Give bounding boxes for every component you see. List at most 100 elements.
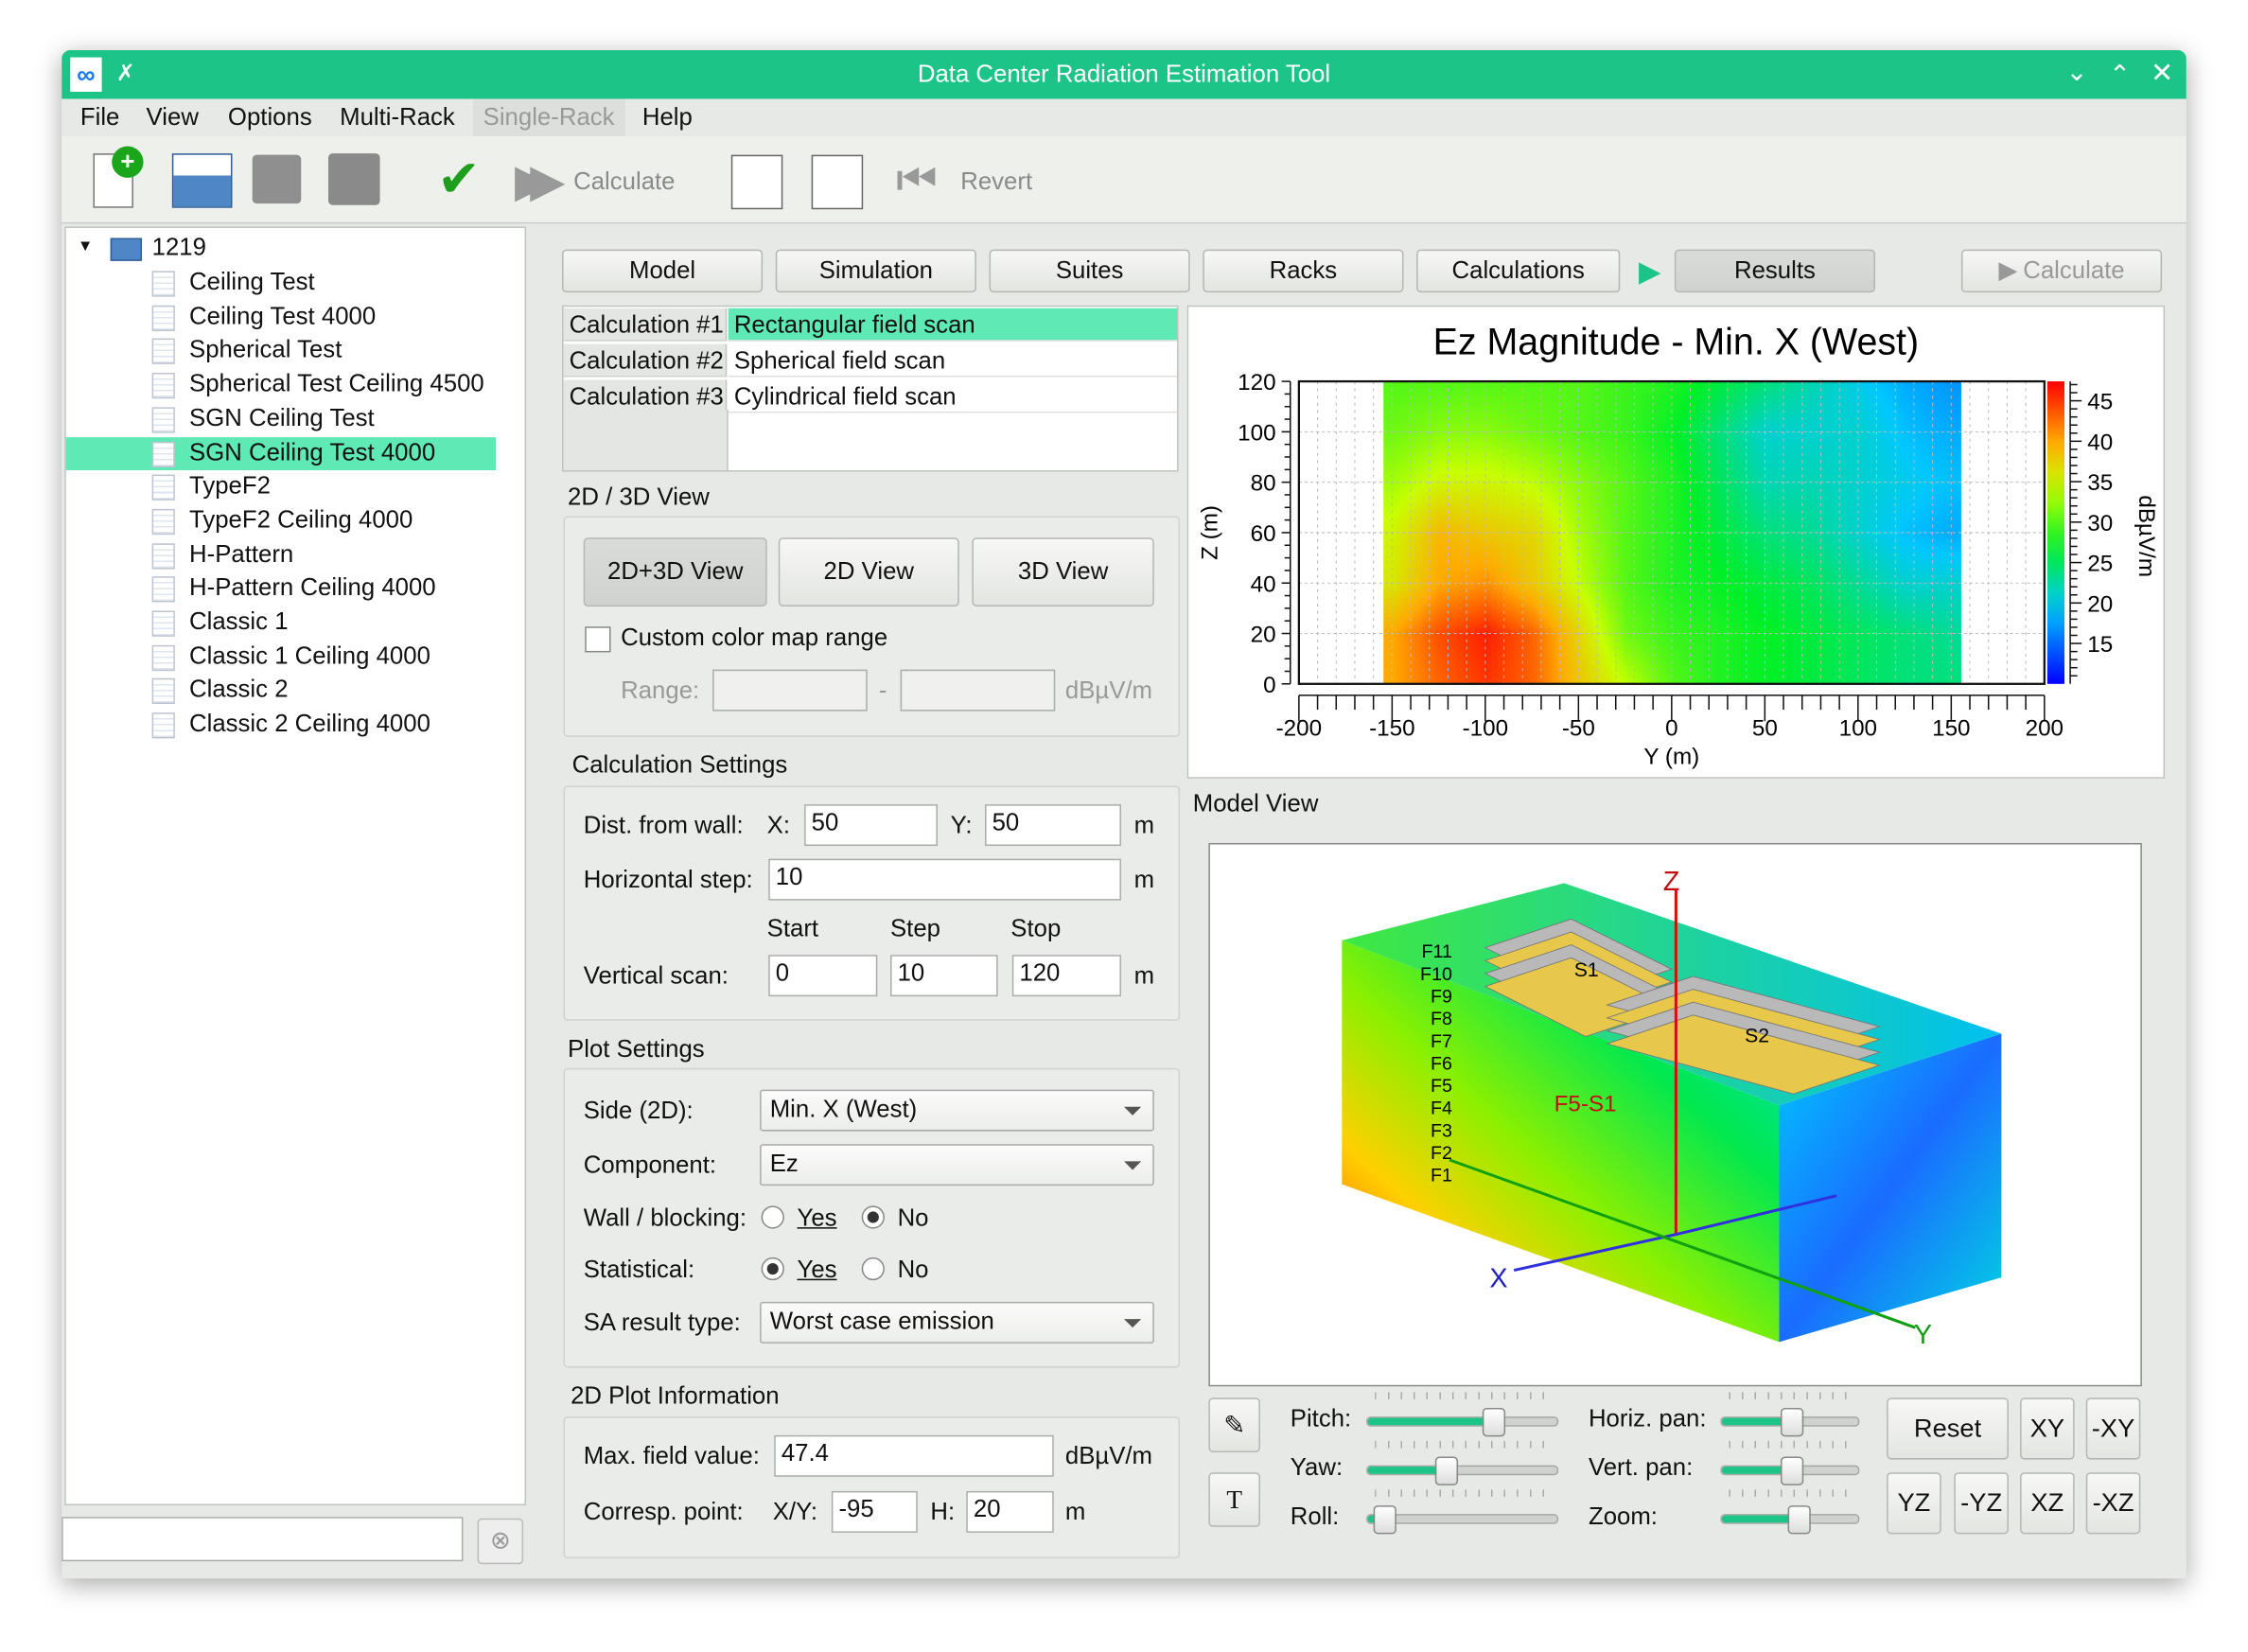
save-icon[interactable] <box>252 154 302 204</box>
toolbar-calculate-label[interactable]: Calculate <box>573 167 675 196</box>
pitch-slider[interactable] <box>1366 1408 1559 1437</box>
yaw-slider[interactable] <box>1366 1456 1559 1485</box>
roll-ticks <box>1375 1489 1548 1497</box>
wall-yes-radio[interactable] <box>761 1205 784 1229</box>
import-icon[interactable] <box>730 154 783 210</box>
tree-item[interactable]: TypeF2 <box>66 470 497 503</box>
hpan-slider[interactable] <box>1720 1408 1860 1437</box>
screenshot-icon[interactable]: ✎ <box>1208 1397 1260 1452</box>
hstep-input[interactable]: 10 <box>768 858 1121 901</box>
floor-label: F4 <box>1431 1098 1452 1119</box>
tree-item[interactable]: SGN Ceiling Test 4000 <box>65 436 497 470</box>
tree-item[interactable]: Spherical Test Ceiling 4500 <box>66 369 497 402</box>
tree-item[interactable]: Ceiling Test 4000 <box>66 301 497 334</box>
menu-help[interactable]: Help <box>642 103 693 132</box>
heatmap-chart[interactable]: Ez Magnitude - Min. X (West) 0 20 40 60 80 100… <box>1188 307 2163 777</box>
export-icon[interactable] <box>811 154 864 210</box>
menu-options[interactable]: Options <box>228 103 312 132</box>
dist-x-input[interactable]: 50 <box>804 804 939 847</box>
max-field-input[interactable]: 47.4 <box>774 1434 1054 1477</box>
tab-suites[interactable]: Suites <box>989 249 1190 293</box>
new-file-icon[interactable]: + <box>93 146 144 208</box>
yaw-slider-handle[interactable] <box>1434 1456 1459 1485</box>
view-2d-button[interactable]: 2D View <box>778 537 959 606</box>
view-neg-yz-button[interactable]: -YZ <box>1954 1472 2009 1535</box>
zoom-slider[interactable] <box>1720 1505 1860 1535</box>
vpan-slider-handle[interactable] <box>1780 1456 1803 1485</box>
view-3d-button[interactable]: 3D View <box>972 537 1154 606</box>
range-min-input[interactable] <box>712 669 868 712</box>
h-input[interactable]: 20 <box>966 1490 1054 1533</box>
pitch-slider-handle[interactable] <box>1482 1408 1506 1437</box>
custom-range-label: Custom color map range <box>621 624 888 651</box>
calculation-row[interactable]: Calculation #2 Spherical field scan <box>563 343 1178 378</box>
close-button[interactable]: ✕ <box>2151 58 2173 91</box>
hpan-slider-handle[interactable] <box>1780 1408 1803 1437</box>
y-tick-label: 100 <box>1238 420 1275 446</box>
clear-filter-icon[interactable]: ⊗ <box>477 1518 524 1565</box>
view-yz-button[interactable]: YZ <box>1887 1472 1941 1535</box>
tree-root[interactable]: ▼ 1219 <box>66 232 497 265</box>
tree-item[interactable]: H-Pattern Ceiling 4000 <box>66 572 497 606</box>
wall-no-radio[interactable] <box>861 1205 885 1229</box>
chart-title: Ez Magnitude - Min. X (West) <box>1433 321 1920 362</box>
tree-item[interactable]: SGN Ceiling Test <box>66 402 497 435</box>
zoom-slider-handle[interactable] <box>1787 1505 1812 1535</box>
component-select[interactable]: Ez <box>760 1144 1154 1186</box>
reset-view-button[interactable]: Reset <box>1887 1397 2009 1460</box>
roll-slider[interactable] <box>1366 1505 1559 1535</box>
sa-select[interactable]: Worst case emission <box>760 1301 1154 1344</box>
view-neg-xy-button[interactable]: -XY <box>2085 1397 2141 1460</box>
menu-view[interactable]: View <box>147 103 199 132</box>
save-all-icon[interactable] <box>328 153 380 205</box>
tree-item[interactable]: Classic 1 Ceiling 4000 <box>66 641 497 674</box>
vpan-slider[interactable] <box>1720 1456 1860 1485</box>
roll-slider-handle[interactable] <box>1372 1505 1396 1535</box>
dist-y-input[interactable]: 50 <box>985 804 1121 847</box>
tree-item[interactable]: Spherical Test <box>66 335 497 368</box>
tree-item-label: Classic 2 <box>189 676 289 704</box>
custom-range-checkbox[interactable] <box>585 626 611 653</box>
vscan-stop-input[interactable]: 120 <box>1011 955 1121 997</box>
highlight-label: F5-S1 <box>1554 1091 1617 1116</box>
calculate-run-icon[interactable]: ▶▶ <box>515 153 566 208</box>
tab-results[interactable]: Results <box>1674 249 1876 293</box>
toolbar-revert-label[interactable]: Revert <box>960 167 1032 196</box>
expand-arrow-icon[interactable]: ▼ <box>78 238 94 255</box>
calculate-button[interactable]: ▶ Calculate <box>1960 249 2163 293</box>
tab-calculations[interactable]: Calculations <box>1416 249 1621 293</box>
tab-model[interactable]: Model <box>561 249 764 293</box>
tree-item[interactable]: Classic 2 <box>66 675 497 708</box>
tree-item[interactable]: Classic 1 <box>66 606 497 640</box>
range-max-input[interactable] <box>900 669 1056 712</box>
menu-single-rack[interactable]: Single-Rack <box>473 98 625 136</box>
calculation-row[interactable]: Calculation #1 Rectangular field scan <box>563 308 1178 343</box>
view-neg-xz-button[interactable]: -XZ <box>2085 1472 2141 1535</box>
revert-icon[interactable]: ⏮ <box>896 153 938 208</box>
vscan-step-input[interactable]: 10 <box>890 955 998 997</box>
tree-filter-input[interactable] <box>61 1517 464 1562</box>
validate-check-icon[interactable]: ✔ <box>437 149 481 208</box>
xy-input[interactable]: -95 <box>831 1490 918 1533</box>
menu-multi-rack[interactable]: Multi-Rack <box>340 103 455 132</box>
tab-simulation[interactable]: Simulation <box>775 249 976 293</box>
vscan-start-input[interactable]: 0 <box>768 955 878 997</box>
stat-yes-radio[interactable] <box>761 1257 784 1281</box>
side-select[interactable]: Min. X (West) <box>760 1089 1154 1132</box>
model-view-canvas[interactable]: S1 S2 F11 F10 F9 F8 F7 F6 F5 F4 F3 F2 F1 F5-S1 X Y Z <box>1208 842 2142 1387</box>
view-2d3d-button[interactable]: 2D+3D View <box>583 537 767 606</box>
tree-item[interactable]: TypeF2 Ceiling 4000 <box>66 504 497 537</box>
text-toggle-button[interactable]: T <box>1208 1472 1260 1527</box>
stat-no-radio[interactable] <box>861 1257 885 1281</box>
maximize-button[interactable]: ⌃ <box>2109 61 2131 91</box>
tree-item[interactable]: H-Pattern <box>66 538 497 571</box>
tree-item[interactable]: Classic 2 Ceiling 4000 <box>66 709 497 742</box>
tree-item-label: Spherical Test Ceiling 4500 <box>189 370 484 397</box>
tree-item[interactable]: Ceiling Test <box>66 267 497 300</box>
minimize-button[interactable]: ⌄ <box>2066 58 2088 88</box>
menu-file[interactable]: File <box>80 103 120 132</box>
tab-racks[interactable]: Racks <box>1203 249 1404 293</box>
view-xz-button[interactable]: XZ <box>2020 1472 2075 1535</box>
view-xy-button[interactable]: XY <box>2020 1397 2075 1460</box>
open-folder-icon[interactable] <box>171 153 233 208</box>
